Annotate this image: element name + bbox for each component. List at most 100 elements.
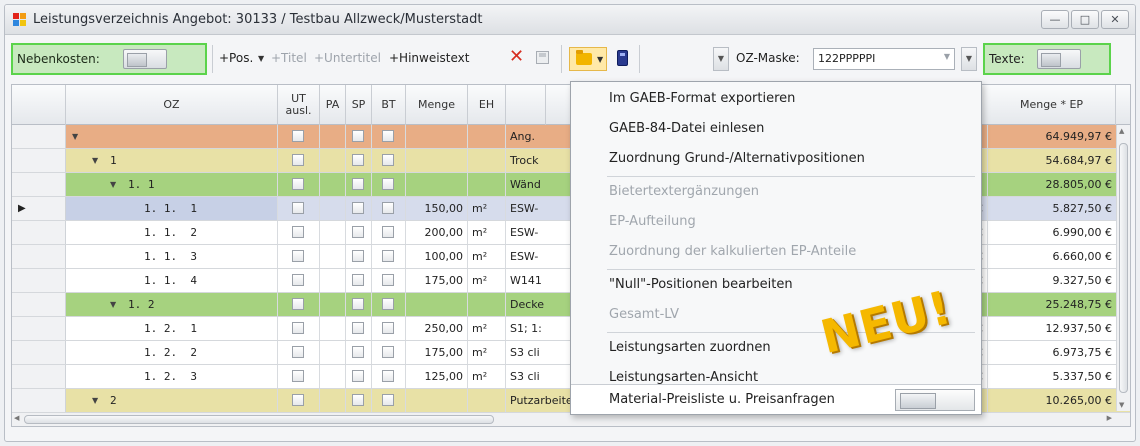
row-indicator[interactable] <box>12 269 66 292</box>
save-icon[interactable] <box>536 51 549 64</box>
unit-cell[interactable]: m² <box>468 245 506 268</box>
menu-item-bidder-text-additions[interactable]: Bietertextergänzungen <box>571 177 981 207</box>
unit-cell[interactable] <box>468 125 506 148</box>
ut-checkbox[interactable] <box>292 130 304 142</box>
unit-cell[interactable]: m² <box>468 269 506 292</box>
oz-cell[interactable]: ▼ 1. 1 <box>66 173 278 196</box>
ut-checkbox[interactable] <box>292 298 304 310</box>
quantity-cell[interactable]: 125,00 <box>406 365 468 388</box>
column-header-bt[interactable]: BT <box>372 85 406 125</box>
vertical-scroll-thumb[interactable] <box>1119 143 1128 393</box>
column-header-ut[interactable]: UT ausl. <box>278 85 320 125</box>
total-cell[interactable]: 6.990,00 € <box>988 221 1116 244</box>
texte-toggle[interactable] <box>1037 49 1081 69</box>
unit-cell[interactable]: m² <box>468 221 506 244</box>
bt-checkbox[interactable] <box>382 322 394 334</box>
sp-checkbox[interactable] <box>352 370 364 382</box>
quantity-cell[interactable] <box>406 125 468 148</box>
quantity-cell[interactable]: 250,00 <box>406 317 468 340</box>
sp-checkbox[interactable] <box>352 298 364 310</box>
menu-item-base-alternative-assignment[interactable]: Zuordnung Grund-/Alternativpositionen <box>571 144 981 174</box>
scroll-up-icon[interactable]: ▲ <box>1119 127 1124 135</box>
sp-checkbox[interactable] <box>352 346 364 358</box>
row-indicator[interactable] <box>12 317 66 340</box>
row-indicator[interactable] <box>12 125 66 148</box>
quantity-cell[interactable] <box>406 149 468 172</box>
expand-chevron-icon[interactable]: ▼ <box>92 149 98 172</box>
add-position-button[interactable]: +Pos. <box>219 51 253 65</box>
maximize-button[interactable]: □ <box>1071 10 1099 29</box>
quantity-cell[interactable]: 200,00 <box>406 221 468 244</box>
quantity-cell[interactable]: 175,00 <box>406 269 468 292</box>
column-header-oz[interactable]: OZ <box>66 85 278 125</box>
sp-checkbox[interactable] <box>352 226 364 238</box>
total-cell[interactable]: 10.265,00 € <box>988 389 1116 412</box>
quantity-cell[interactable]: 100,00 <box>406 245 468 268</box>
calculator-icon[interactable] <box>617 50 628 66</box>
total-cell[interactable]: 5.827,50 € <box>988 197 1116 220</box>
ut-checkbox[interactable] <box>292 394 304 406</box>
ut-checkbox[interactable] <box>292 370 304 382</box>
bt-checkbox[interactable] <box>382 154 394 166</box>
total-cell[interactable]: 12.937,50 € <box>988 317 1116 340</box>
scroll-right-icon[interactable]: ▶ <box>1107 414 1112 422</box>
bt-checkbox[interactable] <box>382 202 394 214</box>
row-indicator[interactable] <box>12 221 66 244</box>
oz-options-dropdown-button[interactable]: ▼ <box>961 47 977 71</box>
column-header-text[interactable] <box>506 85 546 125</box>
row-indicator[interactable]: ▶ <box>12 197 66 220</box>
quantity-cell[interactable] <box>406 293 468 316</box>
menu-item-gaeb-export[interactable]: Im GAEB-Format exportieren <box>571 84 981 114</box>
oz-mask-select[interactable]: 122PPPPPI ▼ <box>813 48 955 70</box>
unit-cell[interactable]: m² <box>468 317 506 340</box>
add-position-dropdown-icon[interactable]: ▼ <box>258 54 264 63</box>
oz-cell[interactable]: 1. 1. 3 <box>66 245 278 268</box>
oz-cell[interactable]: ▼ <box>66 125 278 148</box>
total-cell[interactable]: 6.973,75 € <box>988 341 1116 364</box>
bt-checkbox[interactable] <box>382 370 394 382</box>
total-cell[interactable]: 64.949,97 € <box>988 125 1116 148</box>
bt-checkbox[interactable] <box>382 250 394 262</box>
row-indicator[interactable] <box>12 389 66 412</box>
total-cell[interactable]: 9.327,50 € <box>988 269 1116 292</box>
sp-checkbox[interactable] <box>352 274 364 286</box>
sp-checkbox[interactable] <box>352 178 364 190</box>
ut-checkbox[interactable] <box>292 226 304 238</box>
quantity-cell[interactable] <box>406 173 468 196</box>
export-menu-button[interactable]: ▼ <box>569 47 607 71</box>
bt-checkbox[interactable] <box>382 394 394 406</box>
ut-checkbox[interactable] <box>292 202 304 214</box>
menu-item-material-price-list[interactable]: Material-Preisliste u. Preisanfragen <box>571 384 981 414</box>
oz-cell[interactable]: ▼ 2 <box>66 389 278 412</box>
unit-cell[interactable]: m² <box>468 197 506 220</box>
oz-cell[interactable]: 1. 1. 4 <box>66 269 278 292</box>
row-indicator[interactable] <box>12 341 66 364</box>
sp-checkbox[interactable] <box>352 202 364 214</box>
sp-checkbox[interactable] <box>352 250 364 262</box>
horizontal-scroll-thumb[interactable] <box>24 415 494 424</box>
toolbar-dropdown-button[interactable]: ▼ <box>713 47 729 71</box>
scroll-left-icon[interactable]: ◀ <box>14 414 19 422</box>
row-indicator[interactable] <box>12 365 66 388</box>
bt-checkbox[interactable] <box>382 274 394 286</box>
material-price-list-toggle[interactable] <box>895 389 975 411</box>
ut-checkbox[interactable] <box>292 154 304 166</box>
oz-cell[interactable]: 1. 2. 3 <box>66 365 278 388</box>
row-indicator[interactable] <box>12 149 66 172</box>
expand-chevron-icon[interactable]: ▼ <box>92 389 98 412</box>
oz-cell[interactable]: 1. 1. 1 <box>66 197 278 220</box>
unit-cell[interactable] <box>468 149 506 172</box>
column-header-menge[interactable]: Menge <box>406 85 468 125</box>
quantity-cell[interactable]: 150,00 <box>406 197 468 220</box>
total-cell[interactable]: 25.248,75 € <box>988 293 1116 316</box>
ut-checkbox[interactable] <box>292 274 304 286</box>
minimize-button[interactable]: — <box>1041 10 1069 29</box>
column-header-sp[interactable]: SP <box>346 85 372 125</box>
row-indicator[interactable] <box>12 173 66 196</box>
quantity-cell[interactable] <box>406 389 468 412</box>
expand-chevron-icon[interactable]: ▼ <box>110 293 116 316</box>
ut-checkbox[interactable] <box>292 322 304 334</box>
ut-checkbox[interactable] <box>292 250 304 262</box>
quantity-cell[interactable]: 175,00 <box>406 341 468 364</box>
row-indicator[interactable] <box>12 293 66 316</box>
